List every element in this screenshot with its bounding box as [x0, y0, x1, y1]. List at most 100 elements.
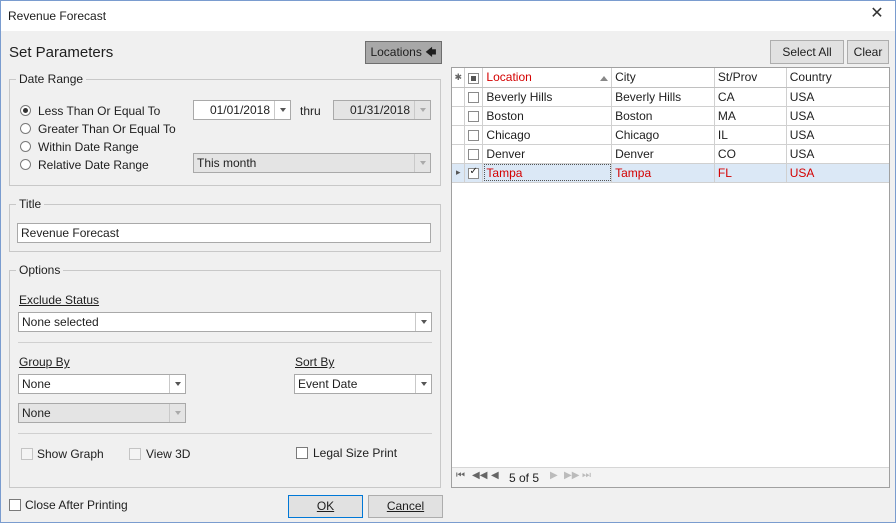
window-title: Revenue Forecast — [8, 9, 107, 23]
relative-range-value: This month — [197, 156, 257, 170]
view-3d-label: View 3D — [146, 447, 191, 461]
cell-location[interactable]: Denver — [482, 144, 613, 164]
radio-label: Within Date Range — [38, 140, 139, 154]
last-page-icon[interactable]: ⏭ — [582, 470, 591, 481]
thru-label: thru — [300, 104, 321, 118]
column-header-location[interactable]: Location — [482, 68, 613, 88]
cell-city[interactable]: Chicago — [611, 125, 715, 145]
radio-within-range[interactable] — [20, 141, 31, 152]
group-by-sub-value: None — [22, 406, 51, 420]
table-row[interactable]: Denver Denver CO USA — [452, 144, 889, 164]
dialog-window: Revenue Forecast ✕ Set Parameters Locati… — [0, 0, 896, 523]
divider — [18, 342, 432, 343]
radio-greater-than-equal[interactable] — [20, 123, 31, 134]
locations-button[interactable]: Locations 🡄 — [365, 41, 442, 64]
cell-city[interactable]: Beverly Hills — [611, 87, 715, 107]
page-title: Set Parameters — [9, 44, 114, 61]
header-checkbox-cell — [464, 68, 484, 88]
cell-country[interactable]: USA — [786, 106, 889, 126]
chevron-down-icon — [414, 154, 430, 172]
cell-city[interactable]: Boston — [611, 106, 715, 126]
show-graph-label: Show Graph — [37, 447, 104, 461]
report-title-input[interactable]: Revenue Forecast — [17, 223, 431, 243]
column-header-state[interactable]: St/Prov — [714, 68, 787, 88]
exclude-status-select[interactable]: None selected — [18, 312, 432, 332]
cell-country[interactable]: USA — [786, 144, 889, 164]
first-page-icon[interactable]: ⏮ — [456, 470, 465, 481]
ok-button[interactable]: OK — [288, 495, 363, 518]
sort-by-label: Sort By — [295, 355, 335, 369]
previous-record-icon[interactable]: ◀ — [491, 470, 499, 481]
row-checkbox[interactable] — [468, 129, 480, 141]
cell-state[interactable]: FL — [714, 163, 787, 183]
legal-size-checkbox[interactable] — [296, 447, 308, 459]
column-header-city[interactable]: City — [611, 68, 715, 88]
previous-page-icon[interactable]: ◀◀ — [472, 470, 487, 481]
cell-state[interactable]: MA — [714, 106, 787, 126]
chevron-down-icon[interactable] — [169, 375, 185, 393]
cell-location[interactable]: Chicago — [482, 125, 613, 145]
row-checkbox-cell — [464, 144, 484, 164]
row-indicator — [452, 87, 466, 107]
legal-size-label: Legal Size Print — [313, 446, 398, 460]
cancel-button[interactable]: Cancel — [368, 495, 443, 518]
radio-less-than-equal[interactable] — [20, 105, 31, 116]
select-all-checkbox[interactable] — [468, 72, 480, 84]
column-header-country[interactable]: Country — [786, 68, 889, 88]
column-label: Location — [486, 70, 532, 85]
cell-state[interactable]: IL — [714, 125, 787, 145]
view-3d-checkbox[interactable] — [129, 448, 141, 460]
title-group-label: Title — [16, 197, 45, 211]
row-checkbox-cell — [464, 106, 484, 126]
select-all-button[interactable]: Select All — [770, 40, 844, 64]
cancel-label: Cancel — [386, 499, 425, 513]
close-after-printing-checkbox[interactable] — [9, 499, 21, 511]
radio-relative-range[interactable] — [20, 159, 31, 170]
cell-location[interactable]: Beverly Hills — [482, 87, 613, 107]
group-by-value: None — [22, 377, 51, 391]
cell-city[interactable]: Denver — [611, 144, 715, 164]
cell-country[interactable]: USA — [786, 87, 889, 107]
report-title-value: Revenue Forecast — [21, 226, 120, 240]
cell-state[interactable]: CA — [714, 87, 787, 107]
chevron-down-icon — [169, 404, 185, 422]
row-checkbox[interactable] — [468, 166, 480, 179]
group-by-sub-select[interactable]: None — [18, 403, 186, 423]
row-indicator — [452, 144, 466, 164]
group-by-label: Group By — [19, 355, 70, 369]
chevron-down-icon[interactable] — [415, 313, 431, 331]
group-by-select[interactable]: None — [18, 374, 186, 394]
row-checkbox[interactable] — [468, 110, 480, 122]
cell-location[interactable]: Boston — [482, 106, 613, 126]
from-date-value: 01/01/2018 — [209, 103, 270, 117]
cell-state[interactable]: CO — [714, 144, 787, 164]
cell-country[interactable]: USA — [786, 163, 889, 183]
row-checkbox[interactable] — [468, 148, 480, 160]
grid-pager: ⏮ ◀◀ ◀ 5 of 5 ▶ ▶▶ ⏭ — [452, 467, 889, 487]
sort-ascending-icon — [600, 76, 609, 82]
from-date-field[interactable]: 01/01/2018 — [193, 100, 291, 120]
current-row-icon: ▸ — [452, 163, 466, 183]
relative-range-select[interactable]: This month — [193, 153, 431, 173]
clear-button[interactable]: Clear — [847, 40, 889, 64]
table-row[interactable]: Chicago Chicago IL USA — [452, 125, 889, 145]
table-row-selected[interactable]: ▸ Tampa Tampa FL USA — [452, 163, 889, 183]
to-date-field[interactable]: 01/31/2018 — [333, 100, 431, 120]
pager-status: 5 of 5 — [509, 471, 540, 485]
table-row[interactable]: Boston Boston MA USA — [452, 106, 889, 126]
close-icon[interactable]: ✕ — [869, 6, 885, 22]
radio-label: Less Than Or Equal To — [38, 104, 161, 118]
row-checkbox[interactable] — [468, 91, 480, 103]
chevron-down-icon[interactable] — [274, 101, 290, 119]
chevron-down-icon[interactable] — [415, 375, 431, 393]
cell-city[interactable]: Tampa — [611, 163, 715, 183]
next-record-icon[interactable]: ▶ — [550, 470, 558, 481]
next-page-icon[interactable]: ▶▶ — [564, 470, 579, 481]
row-checkbox-cell — [464, 125, 484, 145]
row-checkbox-cell — [464, 87, 484, 107]
cell-country[interactable]: USA — [786, 125, 889, 145]
cell-location[interactable]: Tampa — [482, 163, 613, 183]
table-row[interactable]: Beverly Hills Beverly Hills CA USA — [452, 87, 889, 107]
show-graph-checkbox[interactable] — [21, 448, 33, 460]
sort-by-select[interactable]: Event Date — [294, 374, 432, 394]
